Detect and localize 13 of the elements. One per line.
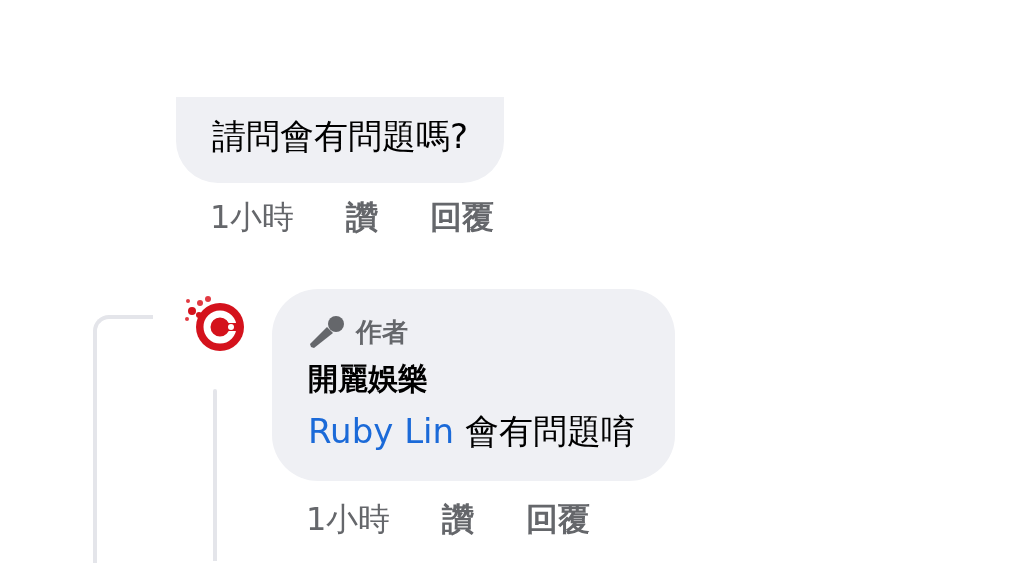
author-name[interactable]: 開麗娛樂 [308,357,635,401]
microphone-icon [308,315,346,349]
mention-link[interactable]: Ruby Lin [308,411,455,451]
timestamp: 1小時 [210,197,295,238]
reply-text: 會有問題唷 [464,411,635,451]
like-link[interactable]: 讚 [442,497,475,541]
timestamp: 1小時 [306,499,391,540]
reply-link[interactable]: 回覆 [430,195,495,239]
reply-link[interactable]: 回覆 [526,497,591,541]
like-link[interactable]: 讚 [346,195,379,239]
author-label: 作者 [356,316,408,349]
comment-text: 請問會有問題嗎? [212,115,469,158]
avatar-logo[interactable] [184,295,246,353]
